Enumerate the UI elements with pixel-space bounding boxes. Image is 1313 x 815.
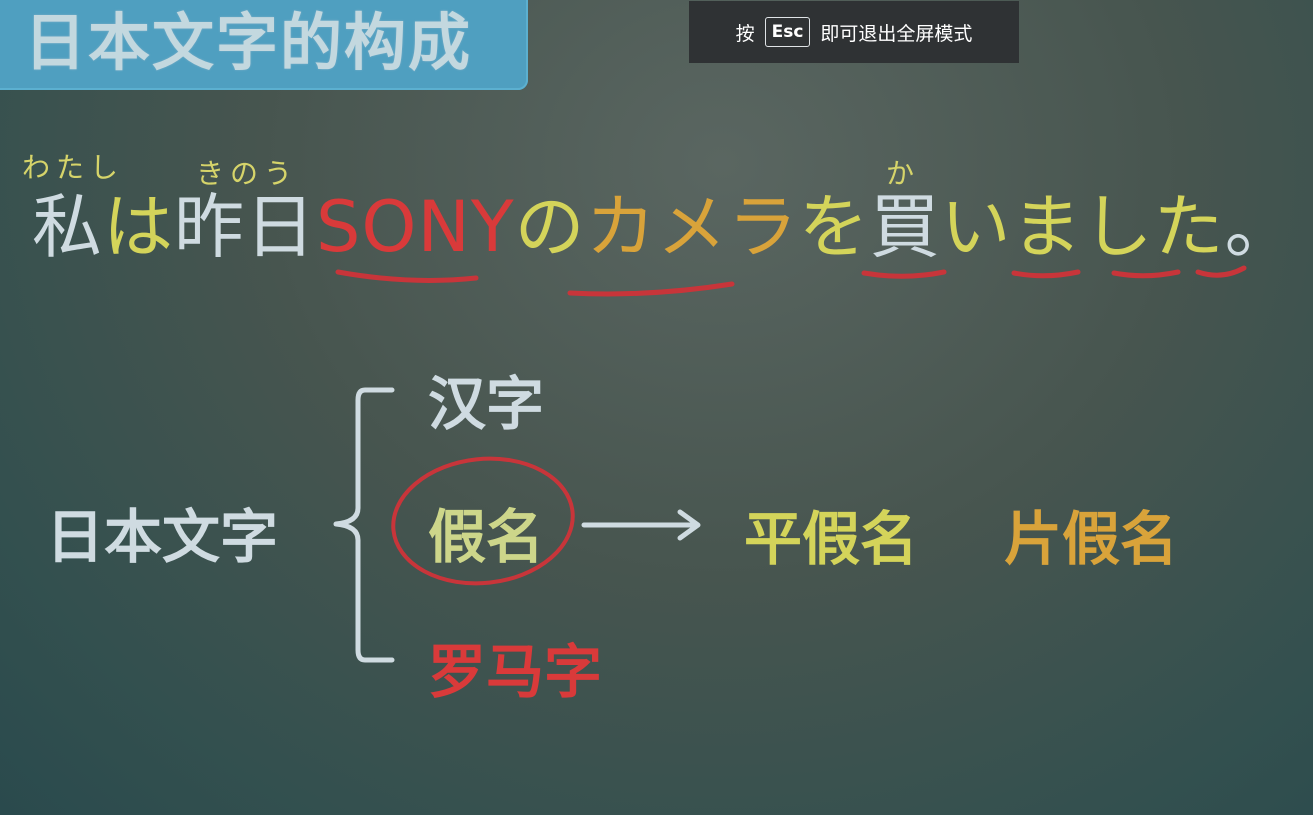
kana-katakana: 片假名 [1004, 505, 1179, 573]
underline-camera [567, 281, 735, 297]
underline-i [1011, 269, 1081, 279]
underline-shi [1111, 269, 1181, 279]
kana-hiragana: 平假名 [744, 505, 919, 573]
branch-kana: 假名 [428, 503, 545, 571]
underline-sony [335, 269, 479, 283]
brace [333, 387, 395, 663]
diagram-root: 日本文字 [46, 503, 279, 571]
underline-ka [861, 269, 947, 279]
underline-ta [1195, 265, 1247, 278]
chalk-marks [333, 265, 1247, 663]
branch-romaji: 罗马字 [428, 638, 603, 706]
branch-kanji: 汉字 [428, 370, 545, 438]
